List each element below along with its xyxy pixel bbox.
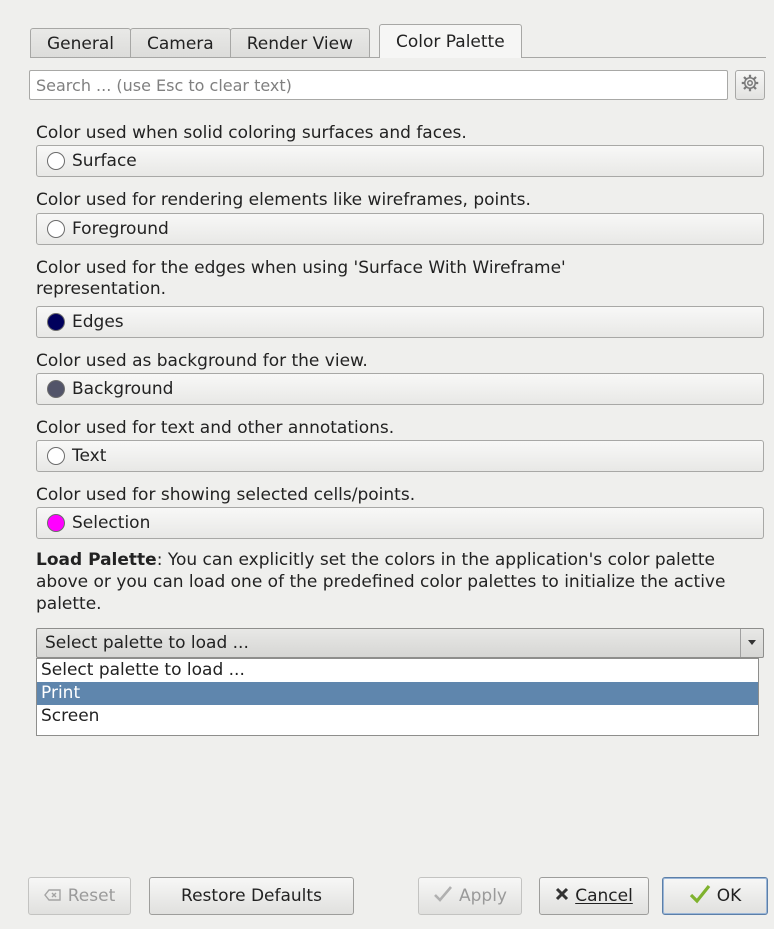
tab-bar: General Camera Render View Color Palette (30, 24, 522, 58)
surface-color-button[interactable]: Surface (36, 145, 764, 177)
settings-dialog: General Camera Render View Color Palette… (0, 0, 774, 929)
background-description: Color used as background for the view. (36, 351, 368, 371)
palette-select-value: Select palette to load ... (45, 633, 249, 653)
edges-swatch (47, 313, 65, 331)
advanced-settings-button[interactable] (735, 70, 765, 100)
surface-label: Surface (72, 151, 137, 171)
foreground-label: Foreground (72, 219, 169, 239)
reset-button[interactable]: Reset (28, 877, 131, 915)
check-icon (689, 884, 711, 909)
surface-swatch (47, 152, 65, 170)
selection-color-button[interactable]: Selection (36, 507, 764, 539)
foreground-swatch (47, 220, 65, 238)
background-color-button[interactable]: Background (36, 373, 764, 405)
selection-label: Selection (72, 513, 151, 533)
chevron-down-icon[interactable] (740, 629, 763, 657)
palette-option[interactable]: Screen (37, 705, 758, 728)
cancel-button[interactable]: Cancel (539, 877, 649, 915)
edges-label: Edges (72, 312, 124, 332)
load-palette-heading: Load Palette (36, 550, 157, 570)
text-swatch (47, 447, 65, 465)
ok-label: OK (716, 886, 742, 906)
apply-label: Apply (459, 886, 507, 906)
apply-button[interactable]: Apply (418, 877, 522, 915)
gear-icon (741, 74, 759, 97)
palette-option-highlighted[interactable]: Print (37, 682, 758, 705)
restore-defaults-label: Restore Defaults (181, 886, 322, 906)
search-input[interactable] (29, 70, 728, 100)
tab-render-view[interactable]: Render View (229, 28, 370, 58)
check-icon (433, 885, 453, 908)
edges-description: Color used for the edges when using 'Sur… (36, 258, 566, 299)
text-label: Text (72, 446, 107, 466)
text-description: Color used for text and other annotation… (36, 418, 395, 438)
tab-color-palette[interactable]: Color Palette (379, 24, 522, 58)
surface-description: Color used when solid coloring surfaces … (36, 123, 467, 143)
ok-button[interactable]: OK (662, 877, 768, 915)
cancel-label: Cancel (575, 886, 633, 906)
edges-color-button[interactable]: Edges (36, 306, 764, 338)
tab-camera[interactable]: Camera (130, 28, 231, 58)
reset-label: Reset (67, 886, 116, 906)
foreground-description: Color used for rendering elements like w… (36, 190, 531, 210)
load-palette-description: Load Palette: You can explicitly set the… (36, 549, 736, 615)
selection-description: Color used for showing selected cells/po… (36, 485, 416, 505)
foreground-color-button[interactable]: Foreground (36, 213, 764, 245)
backspace-icon (43, 886, 62, 906)
tab-general[interactable]: General (30, 28, 131, 58)
palette-select[interactable]: Select palette to load ... (36, 628, 764, 658)
palette-option[interactable]: Select palette to load ... (37, 659, 758, 682)
palette-dropdown-list: Select palette to load ... Print Screen (36, 658, 759, 736)
background-label: Background (72, 379, 174, 399)
text-color-button[interactable]: Text (36, 440, 764, 472)
selection-swatch (47, 514, 65, 532)
background-swatch (47, 380, 65, 398)
close-icon (555, 886, 569, 906)
restore-defaults-button[interactable]: Restore Defaults (149, 877, 354, 915)
